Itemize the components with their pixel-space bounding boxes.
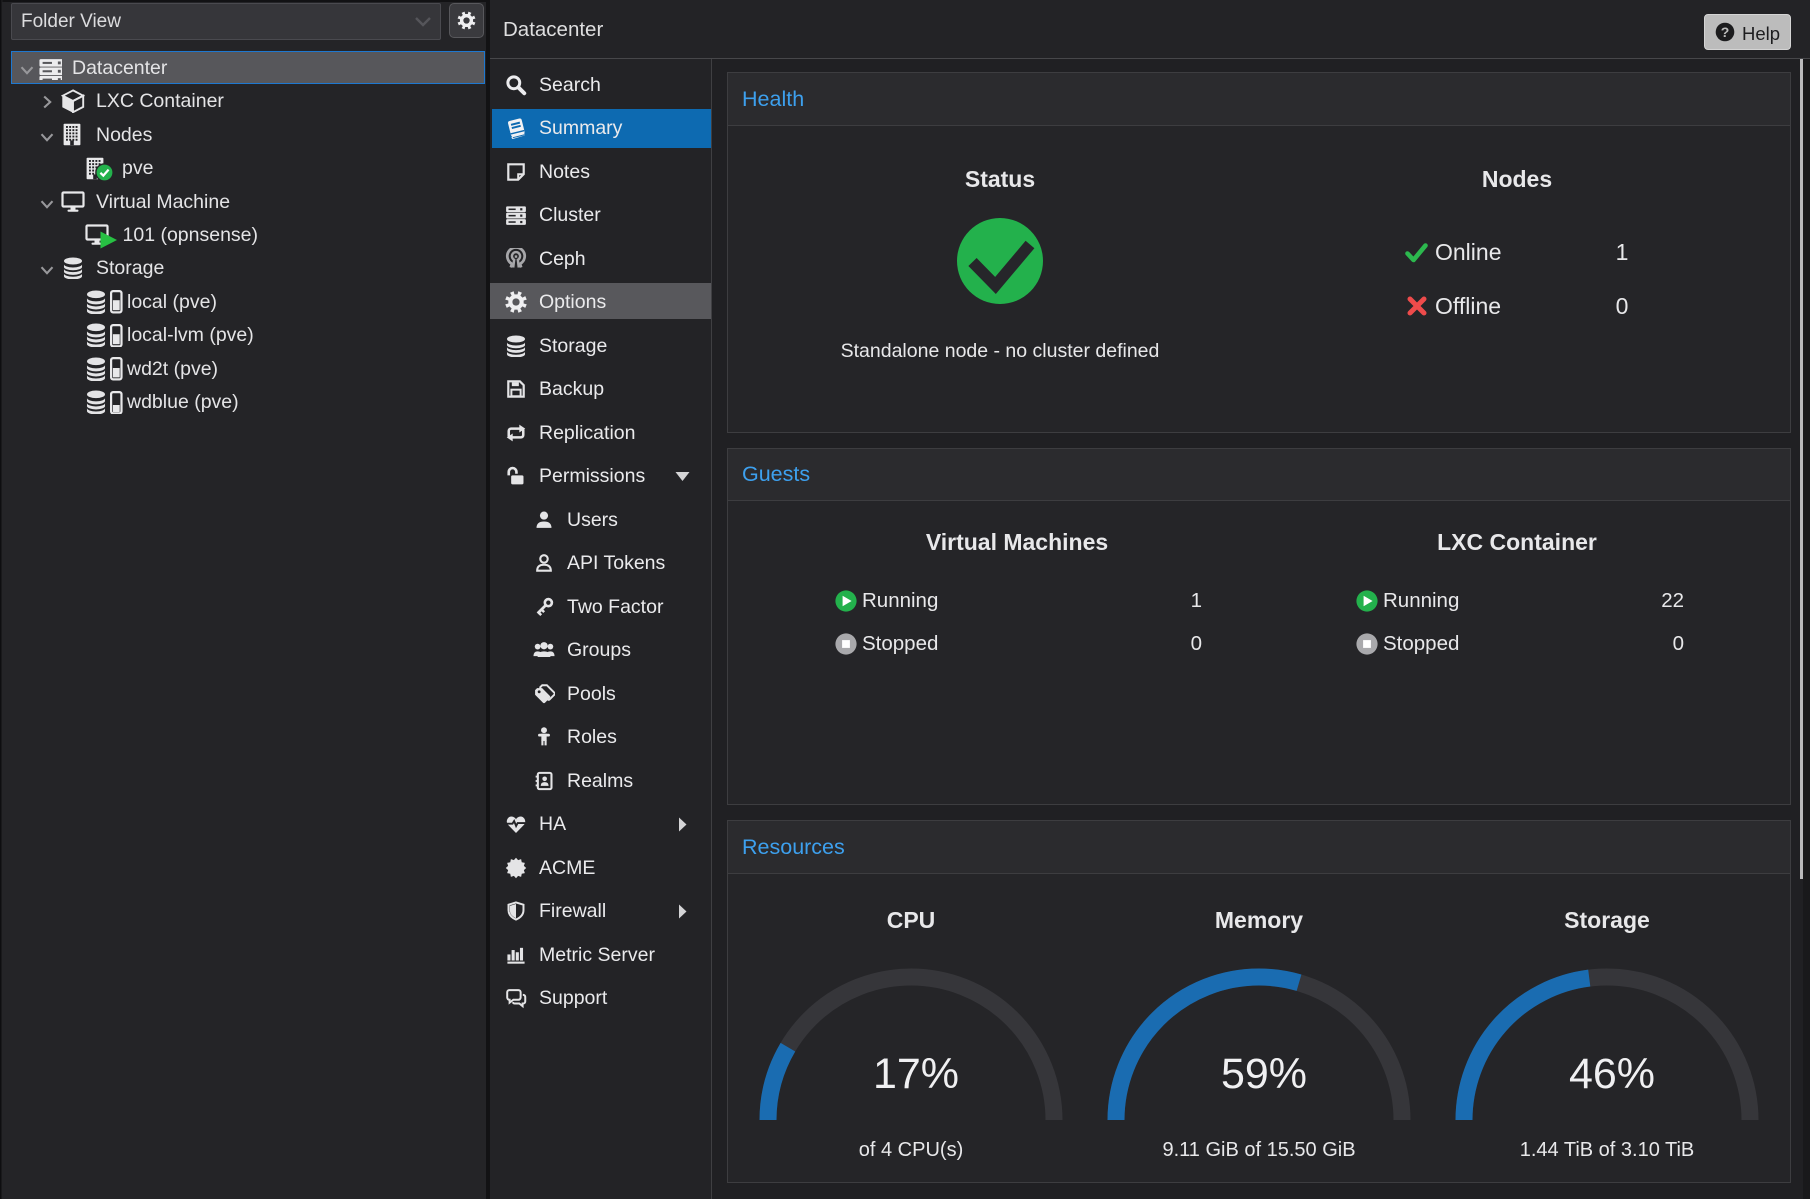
svg-text:?: ? bbox=[1721, 24, 1730, 40]
